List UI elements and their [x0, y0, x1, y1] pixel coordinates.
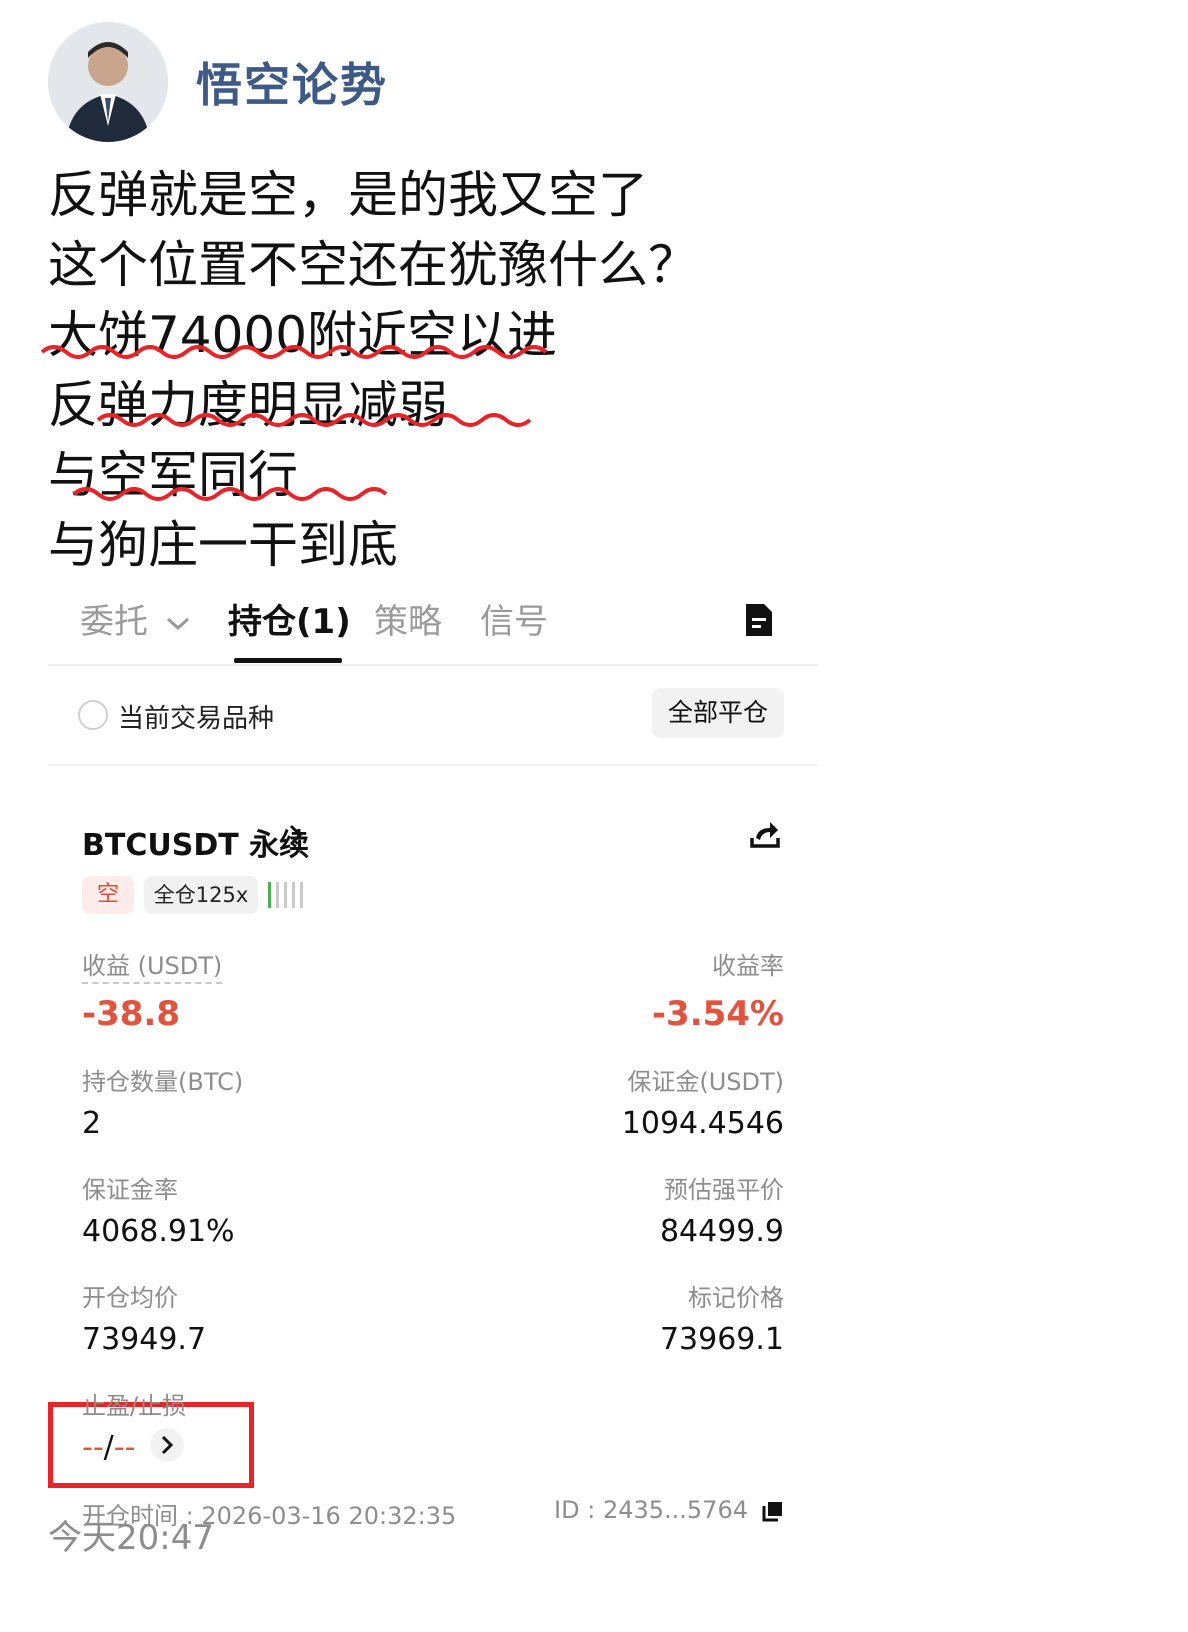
- current-symbol-label: 当前交易品种: [118, 704, 275, 734]
- tpsl-separator: /: [103, 1430, 114, 1465]
- post-line: 这个位置不空还在犹豫什么？: [48, 230, 1148, 300]
- pnl-value: -38.8: [82, 994, 180, 1034]
- red-underline-squiggle: [40, 345, 548, 359]
- red-underline-squiggle: [96, 413, 532, 427]
- side-badge: 空: [82, 876, 134, 914]
- position-card: BTCUSDT 永续 空 全仓125x 收益 (USDT) -38.8 收益率 …: [48, 766, 818, 1596]
- mark-price-value: 73969.1: [659, 1322, 784, 1357]
- sl-value: --: [113, 1430, 136, 1465]
- margin-ratio-label: 保证金率: [82, 1176, 178, 1204]
- tab-label: 策略: [374, 602, 442, 642]
- position-id: ID : 2435...5764: [554, 1496, 748, 1524]
- filter-row: 当前交易品种 全部平仓: [48, 666, 818, 766]
- document-icon[interactable]: [744, 602, 774, 638]
- margin-ratio-value: 4068.91%: [82, 1214, 235, 1249]
- post-line: 与狗庄一干到底: [48, 510, 1148, 580]
- tab-label: 信号: [480, 602, 548, 642]
- tpsl-edit-button[interactable]: [150, 1428, 184, 1462]
- post-line: 反弹力度明显减弱: [48, 370, 1148, 440]
- avatar[interactable]: [48, 22, 168, 142]
- chevron-down-icon: [166, 617, 189, 630]
- position-screenshot: 委托 持仓(1) 策略 信号 当前交易品种 全部平仓 BTCUSDT 永续 空 …: [48, 580, 818, 1596]
- chevron-right-icon: [161, 1435, 174, 1455]
- active-tab-indicator: [234, 658, 342, 663]
- post-line-text: 这个位置不空还在犹豫什么？: [48, 236, 698, 294]
- share-icon[interactable]: [748, 816, 782, 850]
- tab-strategy[interactable]: 策略: [374, 594, 442, 643]
- post-header: 悟空论势: [48, 22, 388, 142]
- post-timestamp: 今天20:47: [48, 1518, 214, 1558]
- post-line: 大饼74000附近空以进: [40, 300, 1148, 370]
- chevron-right-icon[interactable]: [286, 822, 306, 848]
- tab-positions[interactable]: 持仓(1): [228, 594, 351, 643]
- tab-signals[interactable]: 信号: [480, 594, 548, 643]
- current-symbol-radio[interactable]: [78, 700, 108, 730]
- leverage-level-icon: [268, 882, 303, 908]
- tpsl-label: 止盈/止损: [82, 1392, 187, 1420]
- post-line: 反弹就是空，是的我又空了: [48, 160, 1148, 230]
- author-name[interactable]: 悟空论势: [196, 49, 388, 115]
- leverage-badge[interactable]: 全仓125x: [144, 876, 258, 914]
- symbol-title[interactable]: BTCUSDT 永续: [82, 820, 309, 864]
- margin-label: 保证金(USDT): [627, 1068, 784, 1096]
- entry-price-label: 开仓均价: [82, 1284, 178, 1312]
- size-value: 2: [82, 1106, 102, 1141]
- mark-price-label: 标记价格: [688, 1284, 784, 1312]
- roe-label: 收益率: [712, 952, 784, 980]
- post-line: 与空军同行: [48, 440, 1148, 510]
- post-line-text: 反弹就是空，是的我又空了: [48, 166, 648, 224]
- entry-price-value: 73949.7: [82, 1322, 207, 1357]
- red-underline-squiggle: [72, 487, 388, 501]
- size-label: 持仓数量(BTC): [82, 1068, 244, 1096]
- post-line-text: 与狗庄一干到底: [48, 516, 398, 574]
- roe-value: -3.54%: [651, 994, 784, 1034]
- liq-price-label: 预估强平价: [664, 1176, 784, 1204]
- person-avatar-icon: [48, 22, 168, 142]
- pnl-label[interactable]: 收益 (USDT): [82, 946, 223, 984]
- margin-value: 1094.4546: [621, 1106, 784, 1141]
- copy-icon[interactable]: [762, 1500, 784, 1522]
- tp-value: --: [82, 1430, 104, 1465]
- pnl-label-text: 收益 (USDT): [82, 952, 223, 984]
- tab-bar: 委托 持仓(1) 策略 信号: [48, 580, 818, 666]
- tab-label: 持仓(1): [228, 602, 351, 642]
- post-body: 反弹就是空，是的我又空了 这个位置不空还在犹豫什么？ 大饼74000附近空以进 …: [40, 160, 1148, 580]
- liq-price-value: 84499.9: [659, 1214, 784, 1249]
- tab-orders[interactable]: 委托: [80, 594, 191, 643]
- tab-label: 委托: [80, 602, 148, 642]
- close-all-button[interactable]: 全部平仓: [652, 688, 784, 738]
- tpsl-value: --/--: [82, 1430, 135, 1465]
